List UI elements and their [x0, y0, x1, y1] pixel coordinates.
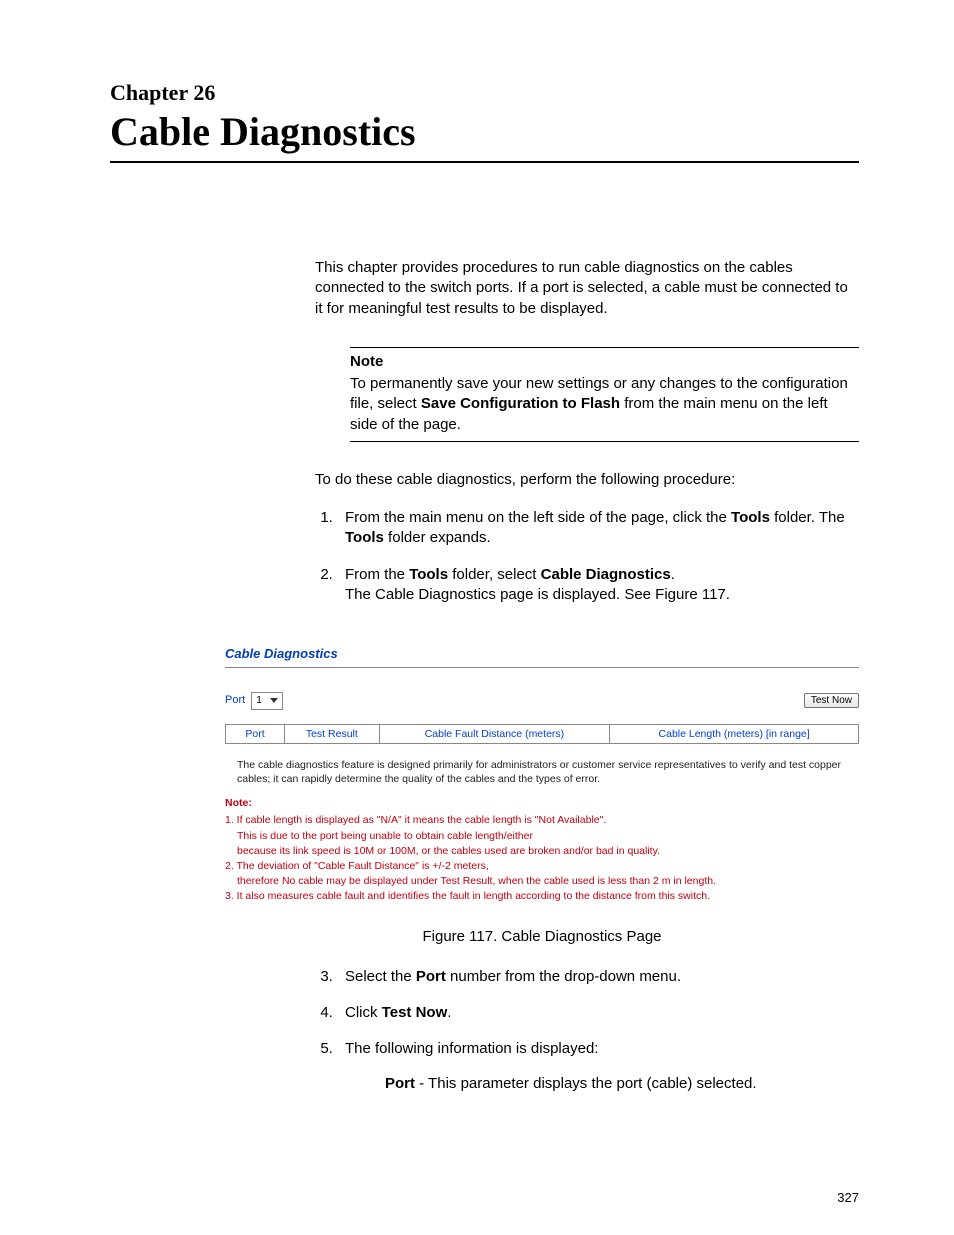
step1-text-a: From the main menu on the left side of t… — [345, 509, 731, 526]
step-5: The following information is displayed: … — [337, 1039, 859, 1094]
step2-bold-cd: Cable Diagnostics — [541, 566, 671, 583]
results-table: Port Test Result Cable Fault Distance (m… — [225, 724, 859, 744]
col-port: Port — [226, 724, 285, 743]
step-2: From the Tools folder, select Cable Diag… — [337, 565, 859, 606]
intro-paragraph: This chapter provides procedures to run … — [315, 258, 859, 319]
step3-bold-port: Port — [416, 968, 446, 985]
note-text-bold: Save Configuration to Flash — [421, 395, 620, 412]
col-test-result: Test Result — [285, 724, 380, 743]
step5-sub-bold-port: Port — [385, 1075, 415, 1092]
figure-description: The cable diagnostics feature is designe… — [237, 758, 859, 786]
figure-note-1a: 1. If cable length is displayed as "N/A"… — [225, 814, 606, 826]
step1-text-b: folder. The — [770, 509, 845, 526]
col-cable-length: Cable Length (meters) [in range] — [610, 724, 859, 743]
figure-heading: Cable Diagnostics — [225, 645, 859, 668]
chevron-down-icon — [270, 698, 278, 703]
step4-bold-testnow: Test Now — [382, 1004, 448, 1021]
step5-text: The following information is displayed: — [345, 1040, 598, 1057]
figure-note-2a: 2. The deviation of "Cable Fault Distanc… — [225, 860, 489, 872]
step3-text-a: Select the — [345, 968, 416, 985]
step2-text-c: . — [671, 566, 675, 583]
note-block: Note To permanently save your new settin… — [350, 347, 859, 442]
figure-117: Cable Diagnostics Port 1 Test Now Port T… — [225, 645, 859, 947]
note-top-rule — [350, 347, 859, 348]
step3-text-b: number from the drop-down menu. — [446, 968, 681, 985]
chapter-label: Chapter 26 — [110, 80, 859, 106]
title-divider — [110, 161, 859, 163]
test-now-button[interactable]: Test Now — [804, 693, 859, 708]
figure-note-2b: therefore No cable may be displayed unde… — [237, 874, 859, 889]
note-bottom-rule — [350, 441, 859, 442]
step2-text-d: The Cable Diagnostics page is displayed.… — [345, 586, 730, 603]
figure-notes: Note: 1. If cable length is displayed as… — [225, 796, 859, 905]
page-title: Cable Diagnostics — [110, 108, 859, 155]
port-dropdown[interactable]: 1 — [251, 692, 283, 710]
port-label: Port — [225, 693, 245, 708]
note-label: Note — [350, 352, 859, 372]
note-text: To permanently save your new settings or… — [350, 374, 859, 435]
figure-note-3: 3. It also measures cable fault and iden… — [225, 890, 710, 902]
figure-caption: Figure 117. Cable Diagnostics Page — [225, 927, 859, 947]
lead-in-text: To do these cable diagnostics, perform t… — [315, 470, 859, 490]
step-4: Click Test Now. — [337, 1003, 859, 1023]
figure-note-1b: This is due to the port being unable to … — [237, 829, 859, 844]
col-fault-distance: Cable Fault Distance (meters) — [379, 724, 610, 743]
step1-text-c: folder expands. — [384, 529, 491, 546]
step-1: From the main menu on the left side of t… — [337, 508, 859, 549]
page-number: 327 — [837, 1190, 859, 1205]
step4-text-b: . — [447, 1004, 451, 1021]
step2-text-b: folder, select — [448, 566, 541, 583]
step1-bold-tools: Tools — [731, 509, 770, 526]
step5-sub-text: - This parameter displays the port (cabl… — [415, 1075, 757, 1092]
step1-bold-tools-2: Tools — [345, 529, 384, 546]
step2-text-a: From the — [345, 566, 409, 583]
figure-note-1c: because its link speed is 10M or 100M, o… — [237, 844, 859, 859]
figure-note-label: Note: — [225, 796, 859, 811]
step2-bold-tools: Tools — [409, 566, 448, 583]
step4-text-a: Click — [345, 1004, 382, 1021]
step-3: Select the Port number from the drop-dow… — [337, 967, 859, 987]
port-dropdown-value: 1 — [256, 694, 262, 708]
